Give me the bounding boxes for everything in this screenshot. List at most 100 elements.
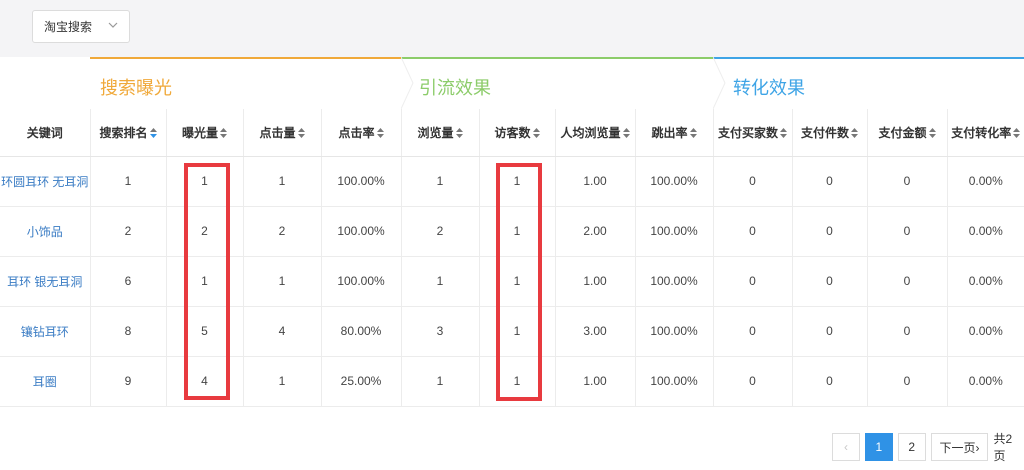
cell-paid-items: 0 — [792, 206, 868, 257]
col-paid-items[interactable]: 支付件数 — [792, 109, 868, 157]
cell-pay-conversion: 0.00% — [947, 306, 1024, 357]
total-pages: 共2页 — [993, 432, 1013, 463]
table-header-row: 关键词 搜索排名 曝光量 点击量 点击率 浏览量 访客数 人均浏览量 跳出率 支… — [0, 109, 1024, 157]
col-bounce-rate[interactable]: 跳出率 — [635, 109, 714, 157]
source-dropdown-label: 淘宝搜索 — [44, 20, 93, 34]
cell-avg-pageviews: 1.00 — [555, 156, 636, 207]
cell-clicks: 1 — [243, 356, 322, 407]
group-bar — [90, 57, 401, 59]
cell-pay-conversion: 0.00% — [947, 356, 1024, 407]
keyword-link[interactable]: 环圆耳环 无耳洞 — [0, 156, 91, 207]
sort-icon[interactable] — [851, 127, 858, 138]
cell-avg-pageviews: 1.00 — [555, 356, 636, 407]
cell-paid-items: 0 — [792, 306, 868, 357]
cell-bounce-rate: 100.00% — [635, 256, 714, 307]
group-divider-arrow — [713, 57, 726, 109]
sort-icon[interactable] — [689, 127, 697, 138]
cell-search-rank: 1 — [90, 156, 167, 207]
highlight-box-exposure — [184, 163, 230, 400]
source-dropdown[interactable]: 淘宝搜索 — [32, 10, 130, 43]
sort-icon[interactable] — [622, 127, 630, 138]
cell-avg-pageviews: 1.00 — [555, 256, 636, 307]
col-pageviews[interactable]: 浏览量 — [401, 109, 480, 157]
cell-bounce-rate: 100.00% — [635, 206, 714, 257]
group-bar — [713, 57, 1024, 59]
cell-clicks: 1 — [243, 156, 322, 207]
sort-icon[interactable] — [220, 127, 227, 138]
cell-avg-pageviews: 2.00 — [555, 206, 636, 257]
cell-clicks: 1 — [243, 256, 322, 307]
page-1-button[interactable]: 1 — [864, 433, 893, 461]
cell-pay-conversion: 0.00% — [947, 206, 1024, 257]
cell-ctr: 100.00% — [321, 256, 402, 307]
cell-paid-items: 0 — [792, 256, 868, 307]
col-search-rank[interactable]: 搜索排名 — [90, 109, 167, 157]
cell-ctr: 100.00% — [321, 206, 402, 257]
cell-paying-buyers: 0 — [713, 306, 793, 357]
col-ctr[interactable]: 点击率 — [321, 109, 402, 157]
cell-ctr: 100.00% — [321, 156, 402, 207]
cell-paid-amount: 0 — [867, 306, 948, 357]
sort-icon[interactable] — [928, 127, 936, 138]
cell-pay-conversion: 0.00% — [947, 156, 1024, 207]
filter-bar: 淘宝搜索 — [0, 0, 1024, 57]
group-search-exposure: 搜索曝光 — [90, 57, 401, 109]
group-label: 引流效果 — [419, 78, 491, 98]
col-paid-amount[interactable]: 支付金额 — [867, 109, 948, 157]
group-conversion-effect: 转化效果 — [713, 57, 1024, 109]
cell-paid-amount: 0 — [867, 156, 948, 207]
metric-group-header: 搜索曝光 引流效果 转化效果 — [0, 57, 1024, 109]
cell-search-rank: 2 — [90, 206, 167, 257]
group-label: 搜索曝光 — [100, 78, 172, 98]
cell-clicks: 4 — [243, 306, 322, 357]
sort-icon[interactable] — [1013, 127, 1021, 138]
cell-ctr: 80.00% — [321, 306, 402, 357]
cell-search-rank: 9 — [90, 356, 167, 407]
keyword-link[interactable]: 镶钻耳环 — [0, 306, 91, 357]
col-clicks[interactable]: 点击量 — [243, 109, 322, 157]
group-label: 转化效果 — [733, 78, 805, 98]
highlight-box-visitors — [496, 163, 542, 401]
cell-pageviews: 3 — [401, 306, 480, 357]
cell-avg-pageviews: 3.00 — [555, 306, 636, 357]
col-exposure[interactable]: 曝光量 — [166, 109, 244, 157]
cell-ctr: 25.00% — [321, 356, 402, 407]
chevron-down-icon — [108, 22, 118, 28]
cell-search-rank: 6 — [90, 256, 167, 307]
cell-pay-conversion: 0.00% — [947, 256, 1024, 307]
cell-paying-buyers: 0 — [713, 206, 793, 257]
keyword-link[interactable]: 耳环 银无耳洞 — [0, 256, 91, 307]
col-visitors[interactable]: 访客数 — [479, 109, 556, 157]
sort-icon[interactable] — [376, 127, 384, 138]
cell-pageviews: 1 — [401, 356, 480, 407]
cell-bounce-rate: 100.00% — [635, 356, 714, 407]
keyword-link[interactable]: 小饰品 — [0, 206, 91, 257]
cell-paid-amount: 0 — [867, 256, 948, 307]
col-pay-conversion[interactable]: 支付转化率 — [947, 109, 1024, 157]
sort-icon[interactable] — [149, 127, 157, 138]
cell-search-rank: 8 — [90, 306, 167, 357]
prev-page-button[interactable]: ‹ — [832, 433, 860, 461]
cell-bounce-rate: 100.00% — [635, 156, 714, 207]
cell-paying-buyers: 0 — [713, 356, 793, 407]
sort-icon[interactable] — [455, 127, 463, 138]
group-traffic-effect: 引流效果 — [401, 57, 713, 109]
cell-paid-amount: 0 — [867, 356, 948, 407]
keyword-link[interactable]: 耳圈 — [0, 356, 91, 407]
sort-icon[interactable] — [780, 127, 787, 138]
cell-paid-items: 0 — [792, 156, 868, 207]
col-paying-buyers[interactable]: 支付买家数 — [713, 109, 793, 157]
cell-paying-buyers: 0 — [713, 256, 793, 307]
pagination: ‹ 1 2 下一页› 共2页 — [832, 432, 1024, 463]
cell-clicks: 2 — [243, 206, 322, 257]
next-page-button[interactable]: 下一页› — [930, 433, 989, 461]
cell-paying-buyers: 0 — [713, 156, 793, 207]
page-2-button[interactable]: 2 — [897, 433, 926, 461]
cell-paid-items: 0 — [792, 356, 868, 407]
cell-pageviews: 1 — [401, 156, 480, 207]
cell-pageviews: 1 — [401, 256, 480, 307]
col-avg-pageviews[interactable]: 人均浏览量 — [555, 109, 636, 157]
sort-icon[interactable] — [532, 127, 540, 138]
sort-icon[interactable] — [297, 127, 305, 138]
cell-bounce-rate: 100.00% — [635, 306, 714, 357]
